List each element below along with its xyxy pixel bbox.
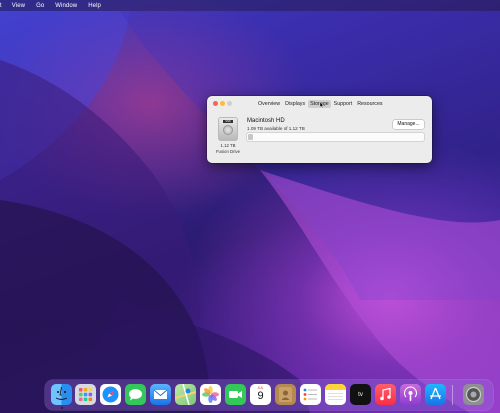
dock-divider — [452, 385, 453, 405]
disk-capacity: 1.12 TB — [220, 143, 236, 148]
disk-name: Macintosh HD — [247, 118, 285, 124]
notes-icon[interactable] — [325, 384, 346, 405]
calendar-day: 9 — [257, 390, 264, 402]
menu-item-view[interactable]: View — [12, 3, 25, 9]
facetime-icon[interactable] — [225, 384, 246, 405]
contacts-icon[interactable] — [275, 384, 296, 405]
messages-icon[interactable] — [125, 384, 146, 405]
calendar-icon[interactable]: JUL 9 — [250, 384, 271, 405]
menu-item-help[interactable]: Help — [88, 3, 101, 9]
launchpad-icon[interactable] — [75, 384, 96, 405]
disk-available: 1.09 TB available of 1.12 TB — [247, 126, 305, 131]
close-button[interactable] — [213, 101, 218, 106]
menu-item-window[interactable]: Window — [55, 3, 77, 9]
wallpaper — [0, 11, 500, 413]
menu-item-app[interactable]: t — [0, 3, 2, 9]
menu-bar: t View Go Window Help — [0, 0, 500, 11]
dock: JUL 9 tv — [45, 380, 493, 410]
minimize-button[interactable] — [220, 101, 225, 106]
mouse-cursor-icon — [320, 102, 324, 108]
reminders-icon[interactable] — [300, 384, 321, 405]
apple-tv-icon[interactable]: tv — [350, 384, 371, 405]
podcasts-icon[interactable] — [400, 384, 421, 405]
storage-usage-fill — [248, 134, 253, 140]
running-indicator — [60, 407, 63, 409]
system-preferences-icon[interactable] — [463, 384, 484, 405]
title-bar[interactable]: Overview Displays Storage Support Resour… — [207, 96, 432, 111]
zoom-button[interactable] — [227, 101, 232, 106]
manage-button[interactable]: Manage... — [393, 120, 424, 129]
safari-icon[interactable] — [100, 384, 121, 405]
about-this-mac-window: Overview Displays Storage Support Resour… — [207, 96, 432, 163]
tab-displays[interactable]: Displays — [283, 100, 307, 108]
photos-icon[interactable] — [200, 384, 221, 405]
app-store-icon[interactable] — [425, 384, 446, 405]
disk-type: Fusion Drive — [215, 149, 241, 154]
tab-resources[interactable]: Resources — [355, 100, 384, 108]
drive-label: SSD — [223, 120, 233, 123]
storage-usage-bar — [247, 133, 424, 141]
menu-item-go[interactable]: Go — [36, 3, 44, 9]
tab-support[interactable]: Support — [332, 100, 355, 108]
tab-overview[interactable]: Overview — [256, 100, 282, 108]
finder-icon[interactable] — [51, 384, 72, 405]
hard-drive-icon: SSD — [219, 118, 237, 140]
mail-icon[interactable] — [150, 384, 171, 405]
maps-icon[interactable] — [175, 384, 196, 405]
music-icon[interactable] — [375, 384, 396, 405]
